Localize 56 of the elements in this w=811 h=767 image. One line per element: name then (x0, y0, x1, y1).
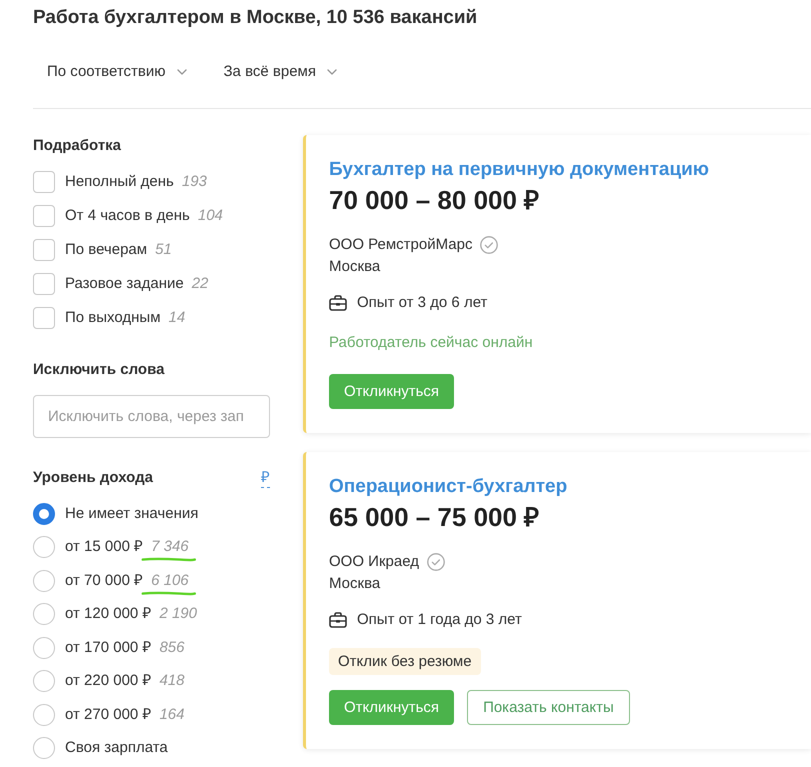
experience-text: Опыт от 1 года до 3 лет (357, 610, 522, 630)
sort-dropdown[interactable]: За всё время (224, 62, 340, 82)
option-count: 418 (159, 671, 184, 692)
checkbox[interactable] (33, 205, 55, 227)
radio-button[interactable] (33, 737, 55, 760)
option-count: 2 190 (159, 604, 197, 624)
exclude-words-field[interactable]: Исключить слова, через зап (33, 395, 270, 438)
option-count: 193 (182, 172, 207, 192)
option-count: 6 106 (151, 570, 189, 591)
radio-button[interactable] (33, 704, 55, 726)
salary-text: 65 000 – 75 000 ₽ (329, 501, 540, 533)
option-label[interactable]: Своя зарплата (65, 738, 168, 758)
option-label[interactable]: Неполный день (65, 172, 174, 192)
radio-button[interactable] (33, 636, 55, 659)
option-label[interactable]: Не имеет значения (65, 504, 198, 524)
checkbox[interactable] (33, 307, 55, 329)
option-count: 51 (155, 240, 172, 260)
option-label[interactable]: от 120 000 ₽ (65, 604, 152, 624)
briefcase-icon (329, 295, 347, 311)
option-label[interactable]: от 170 000 ₽ (65, 638, 152, 658)
checkbox[interactable] (33, 171, 55, 193)
sort-dropdown[interactable]: По соответствию (47, 62, 190, 82)
option-count: 7 346 (151, 537, 189, 558)
checkbox[interactable] (33, 273, 55, 295)
radio-button[interactable] (33, 603, 55, 626)
salary-text: 70 000 – 80 000 ₽ (329, 184, 540, 216)
option-label[interactable]: от 15 000 ₽ (65, 537, 144, 558)
company-name[interactable]: ООО Икраед (329, 551, 419, 573)
option-label[interactable]: От 4 часов в день (65, 206, 190, 226)
experience-text: Опыт от 3 до 6 лет (357, 293, 488, 313)
option-count: 22 (192, 274, 208, 294)
radio-button[interactable] (33, 570, 55, 592)
option-label[interactable]: По вечерам (65, 240, 148, 260)
option-label[interactable]: от 70 000 ₽ (65, 570, 144, 591)
online-status-text: Работодатель сейчас онлайн (329, 333, 533, 353)
option-count: 14 (168, 308, 186, 328)
option-count: 164 (159, 704, 184, 725)
option-label[interactable]: По выходным (65, 308, 161, 328)
company-name[interactable]: ООО РемстройМарс (329, 234, 472, 256)
filter-heading: Уровень дохода (33, 468, 154, 488)
city-text: Москва (329, 574, 380, 594)
page-title: Работа бухгалтером в Москве, 10 536 вакансий (33, 6, 478, 30)
option-count: 856 (159, 638, 184, 658)
option-label[interactable]: Разовое задание (65, 274, 184, 294)
info-badge: Отклик без резюме (329, 648, 481, 675)
city-text: Москва (329, 257, 380, 277)
option-label[interactable]: от 270 000 ₽ (65, 704, 152, 725)
filter-heading: Подработка (33, 136, 122, 156)
radio-button[interactable] (33, 502, 55, 525)
option-label[interactable]: от 220 000 ₽ (65, 671, 152, 692)
checkbox[interactable] (33, 239, 55, 261)
filter-heading: Исключить слова (33, 360, 164, 380)
option-count: 104 (198, 206, 223, 226)
briefcase-icon (329, 612, 347, 628)
radio-button[interactable] (33, 670, 55, 692)
radio-button[interactable] (33, 536, 55, 558)
